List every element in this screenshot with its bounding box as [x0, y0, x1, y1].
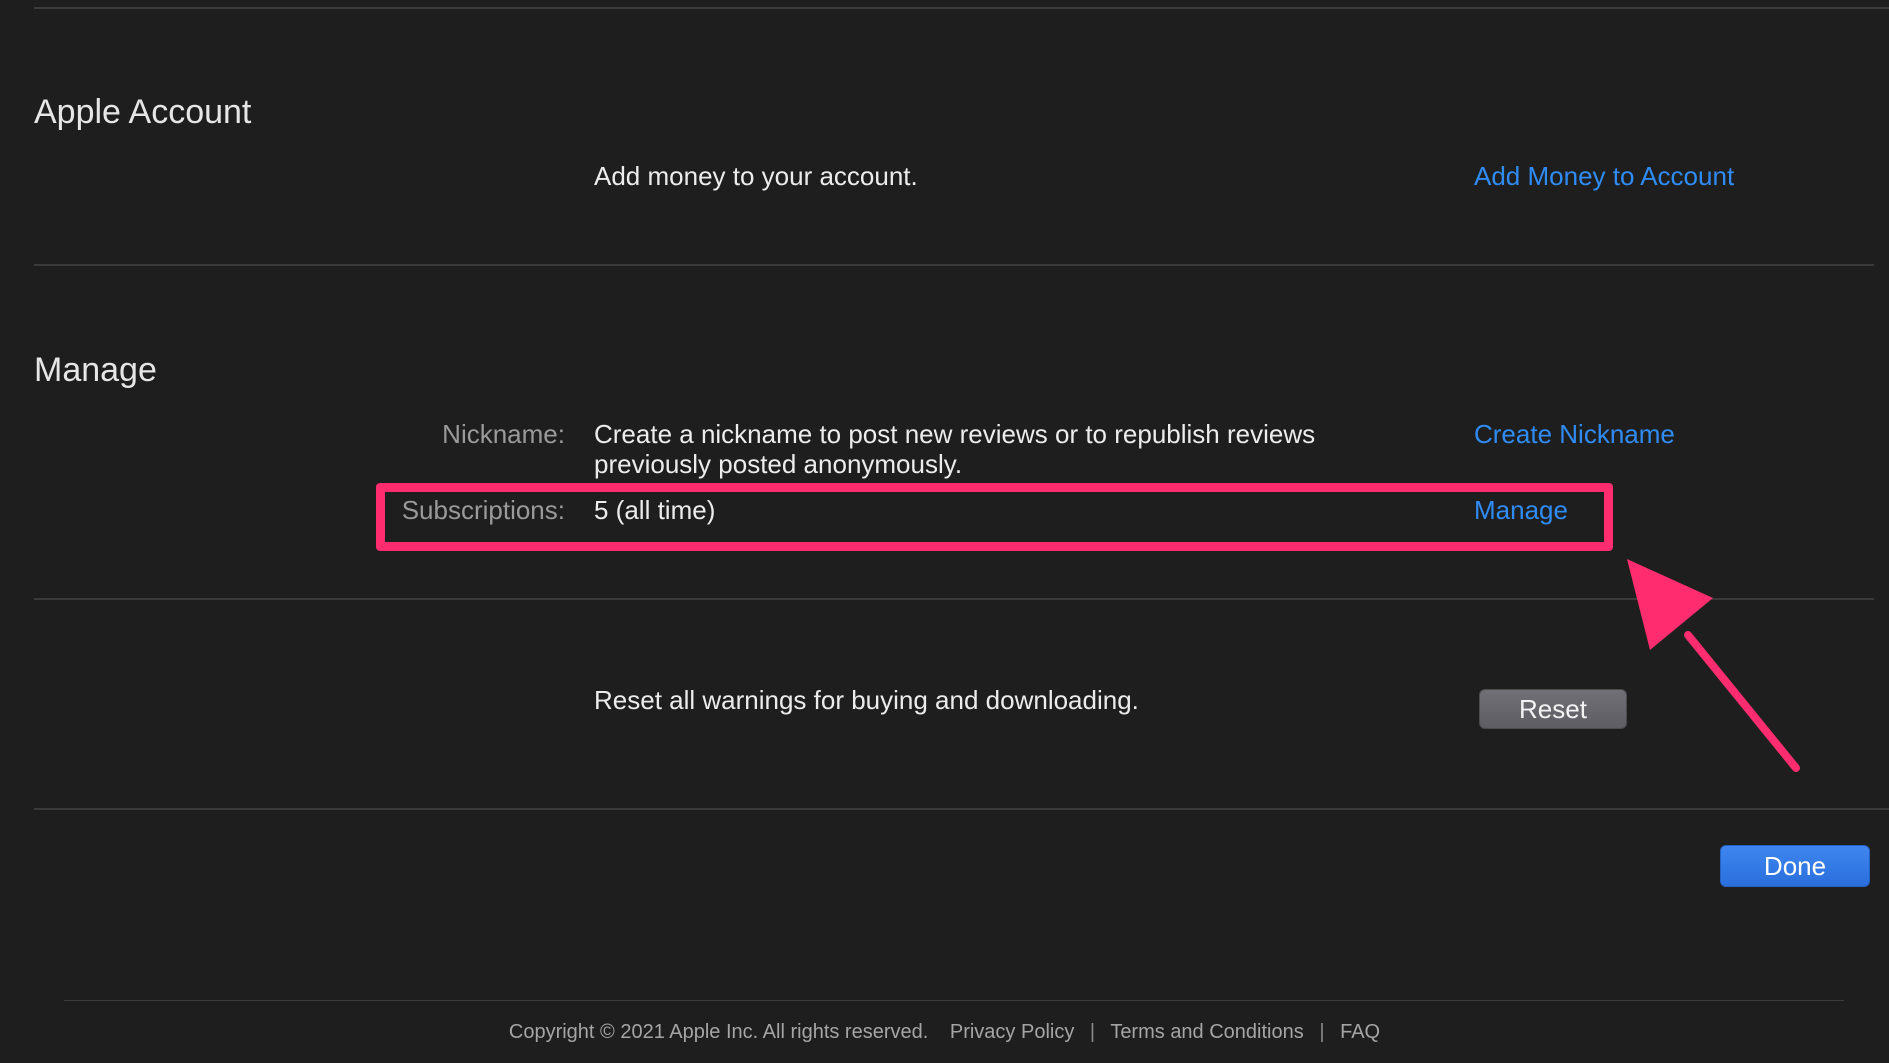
footer-link-privacy-policy[interactable]: Privacy Policy	[950, 1021, 1074, 1043]
footer-copyright: Copyright © 2021 Apple Inc. All rights r…	[508, 1021, 929, 1043]
add-money-description: Add money to your account.	[594, 161, 918, 191]
footer: Copyright © 2021 Apple Inc. All rights r…	[0, 1021, 1889, 1044]
nickname-label: Nickname:	[442, 419, 565, 449]
top-divider	[34, 7, 1889, 9]
footer-link-faq[interactable]: FAQ	[1340, 1021, 1380, 1043]
apple-account-title: Apple Account	[34, 93, 252, 131]
manage-title: Manage	[34, 351, 157, 389]
reset-warnings-description: Reset all warnings for buying and downlo…	[594, 685, 1139, 715]
subscriptions-highlight-box	[376, 483, 1613, 551]
footer-separator: |	[1319, 1021, 1325, 1043]
divider-apple-account	[34, 264, 1874, 266]
footer-divider	[64, 1000, 1844, 1001]
annotation-arrow-icon	[1627, 559, 1800, 772]
add-money-link[interactable]: Add Money to Account	[1474, 161, 1734, 192]
nickname-description-line1: Create a nickname to post new reviews or…	[594, 419, 1316, 449]
nickname-description-line2: previously posted anonymously.	[594, 449, 963, 479]
footer-separator: |	[1089, 1021, 1096, 1043]
nickname-description: Create a nickname to post new reviews or…	[594, 419, 1354, 479]
footer-link-terms-and-conditions[interactable]: Terms and Conditions	[1110, 1021, 1303, 1043]
done-button[interactable]: Done	[1720, 845, 1870, 887]
divider-warnings	[34, 808, 1889, 810]
create-nickname-link[interactable]: Create Nickname	[1474, 419, 1675, 450]
divider-manage	[34, 598, 1874, 600]
